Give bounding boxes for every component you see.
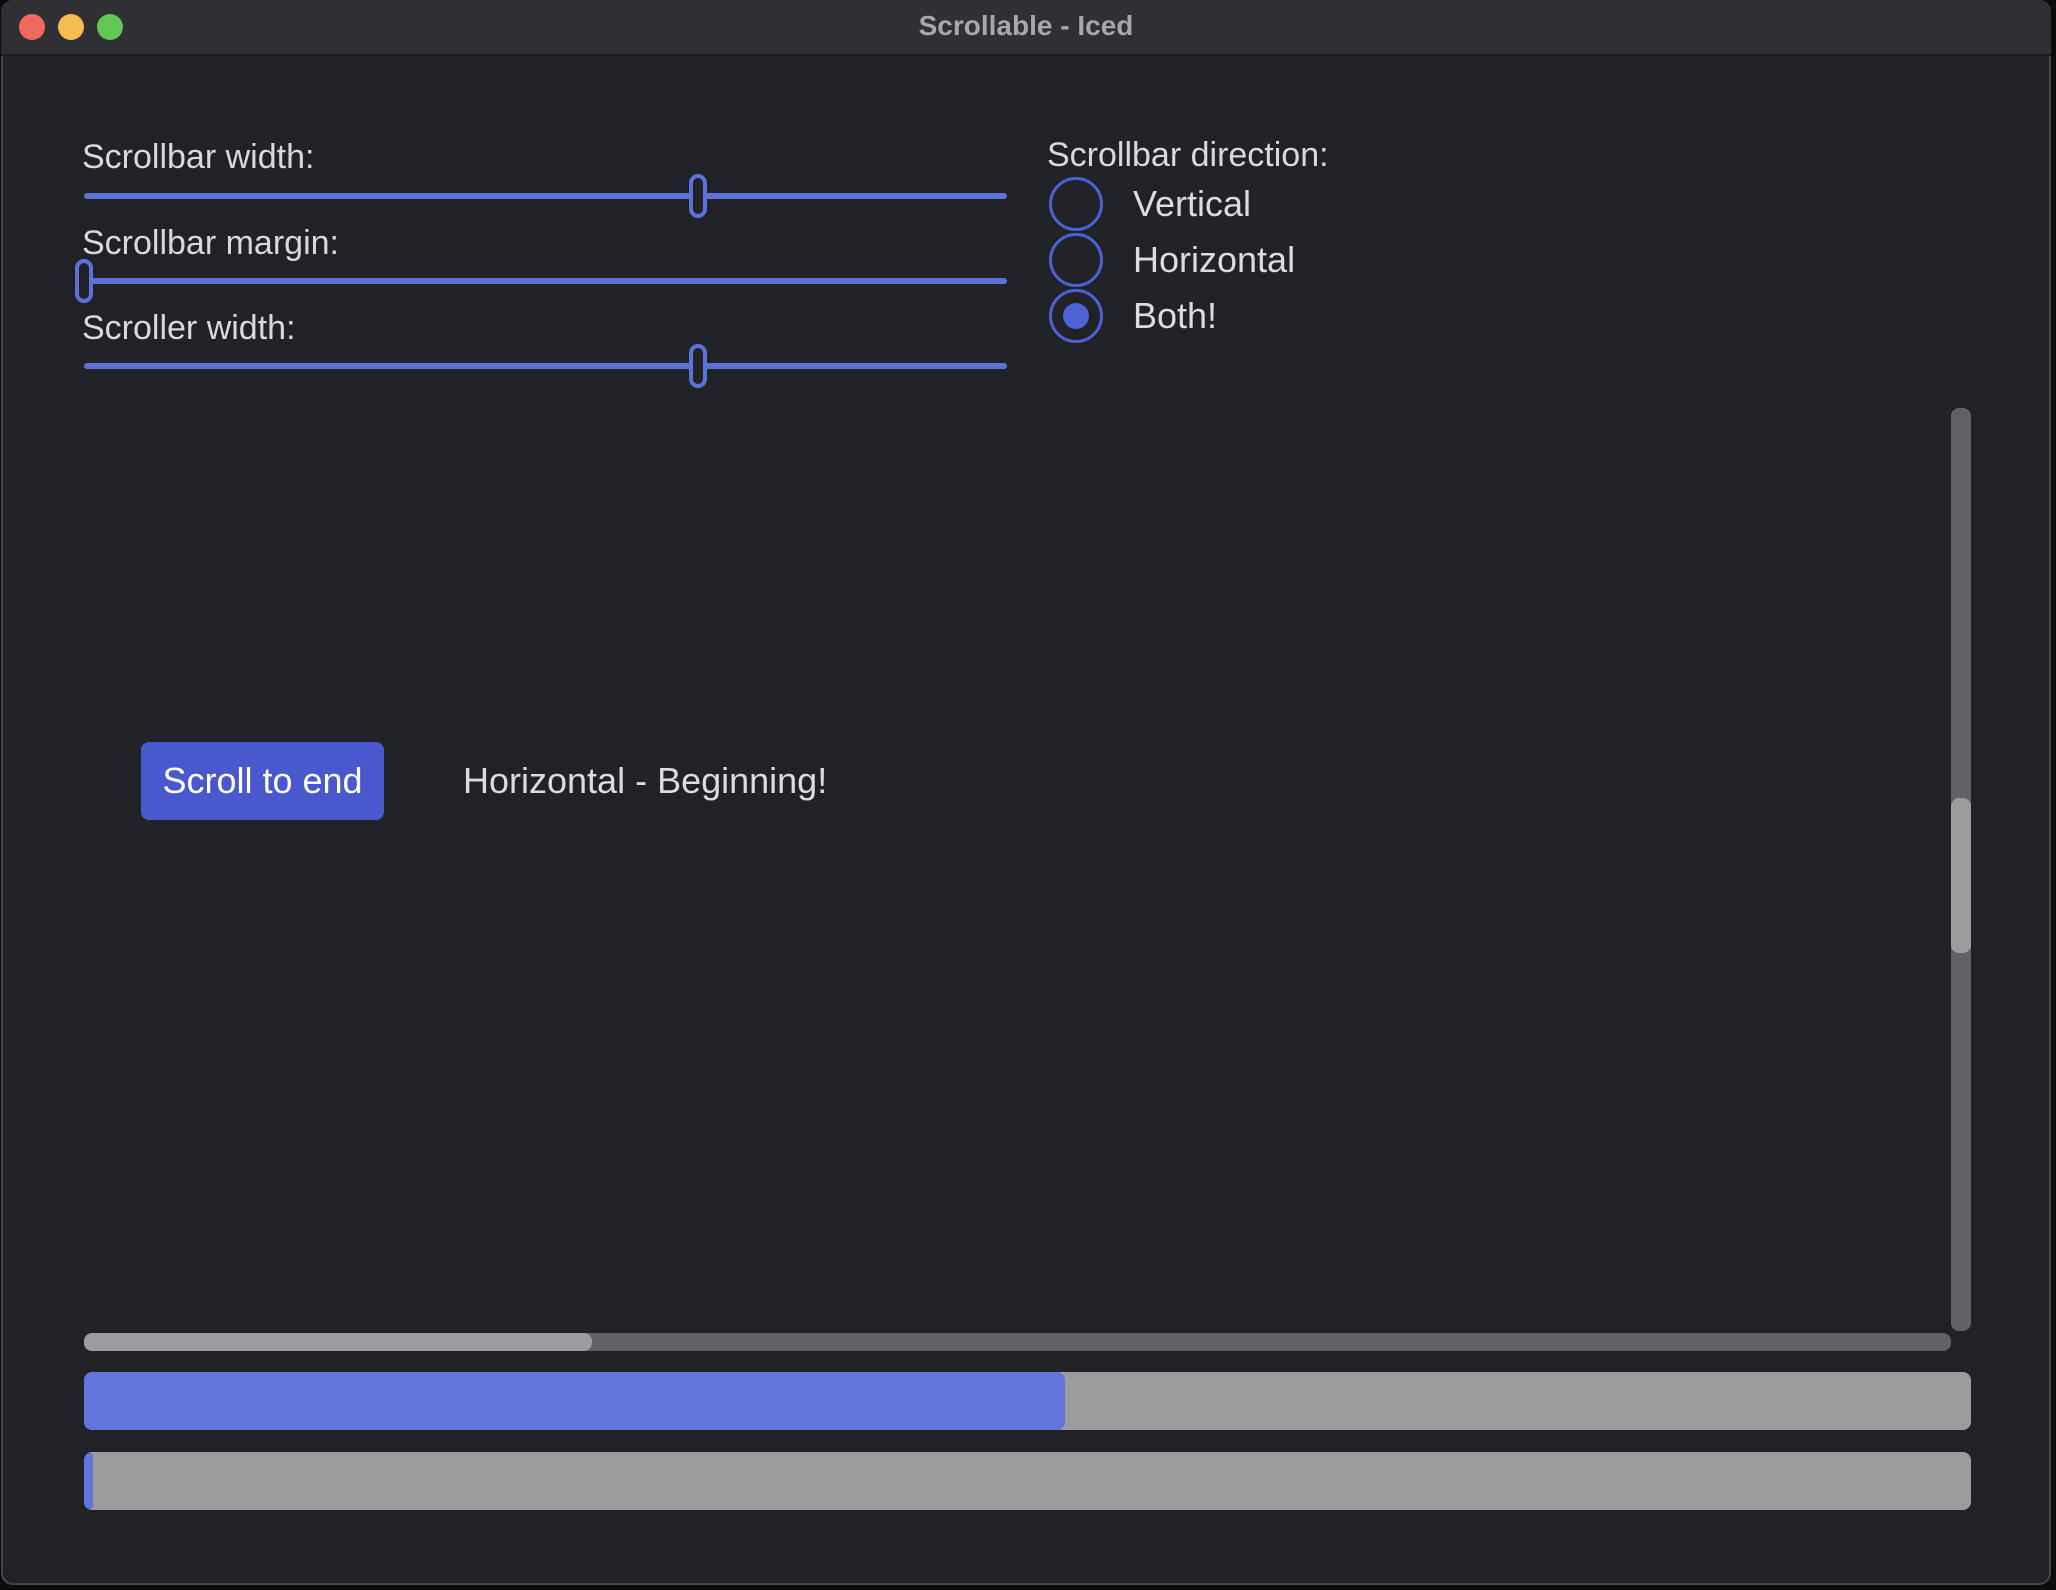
- scrollbar-margin-slider[interactable]: [84, 259, 1007, 303]
- scroller-width-label: Scroller width:: [82, 311, 296, 345]
- window-title: Scrollable - Iced: [1, 0, 2051, 54]
- scrollbar-direction-label: Scrollbar direction:: [1047, 138, 1329, 172]
- radio-label: Both!: [1133, 298, 1217, 334]
- radio-vertical[interactable]: Vertical: [1049, 176, 1251, 232]
- title-bar[interactable]: Scrollable - Iced: [1, 0, 2051, 56]
- scroll-status-text: Horizontal - Beginning!: [463, 742, 827, 820]
- slider-handle[interactable]: [689, 344, 707, 388]
- radio-both[interactable]: Both!: [1049, 288, 1217, 344]
- progress-fill: [84, 1452, 93, 1510]
- progress-fill: [84, 1372, 1065, 1430]
- scrollbar-width-label: Scrollbar width:: [82, 140, 314, 174]
- slider-rail[interactable]: [84, 278, 1007, 284]
- slider-handle[interactable]: [689, 174, 707, 218]
- radio-circle-icon[interactable]: [1049, 177, 1103, 231]
- radio-circle-icon[interactable]: [1049, 289, 1103, 343]
- scroller-width-slider[interactable]: [84, 344, 1007, 388]
- slider-rail[interactable]: [84, 363, 1007, 369]
- app-window: Scrollable - Iced Scrollbar width: Scrol…: [1, 0, 2051, 1585]
- vertical-scrollbar-thumb[interactable]: [1951, 798, 1971, 953]
- slider-rail[interactable]: [84, 193, 1007, 199]
- scroll-to-end-button[interactable]: Scroll to end: [141, 742, 384, 820]
- horizontal-scrollbar-track[interactable]: [84, 1333, 1951, 1351]
- screenshot-canvas: Scrollable - Iced Scrollbar width: Scrol…: [0, 0, 2056, 1590]
- vertical-progress-bar: [84, 1452, 1971, 1510]
- radio-horizontal[interactable]: Horizontal: [1049, 232, 1295, 288]
- radio-label: Horizontal: [1133, 242, 1295, 278]
- horizontal-scrollbar-thumb[interactable]: [84, 1333, 592, 1351]
- radio-label: Vertical: [1133, 186, 1251, 222]
- scrollbar-margin-label: Scrollbar margin:: [82, 226, 339, 260]
- scrollbar-width-slider[interactable]: [84, 174, 1007, 218]
- radio-circle-icon[interactable]: [1049, 233, 1103, 287]
- vertical-scrollbar-track[interactable]: [1951, 408, 1971, 1331]
- horizontal-progress-bar: [84, 1372, 1971, 1430]
- radio-dot-icon: [1063, 303, 1089, 329]
- slider-handle[interactable]: [75, 259, 93, 303]
